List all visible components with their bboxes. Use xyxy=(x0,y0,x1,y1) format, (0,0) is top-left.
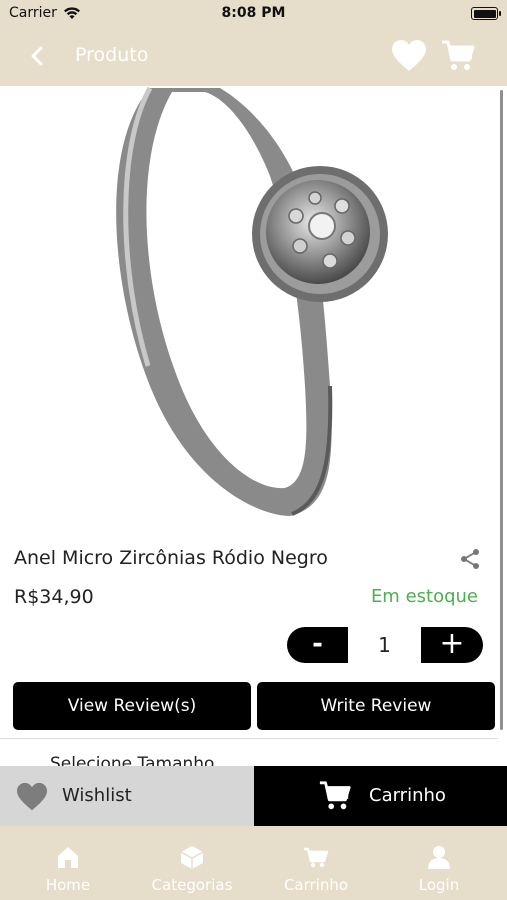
add-to-cart-button[interactable]: Carrinho xyxy=(254,766,507,826)
view-reviews-button[interactable]: View Review(s) xyxy=(13,682,251,730)
cart-icon xyxy=(304,847,329,868)
tab-bar: Home Categorias Carrinho Login xyxy=(0,826,507,900)
product-price: R$34,90 xyxy=(14,586,94,608)
quantity-value: 1 xyxy=(378,633,391,657)
wishlist-label: Wishlist xyxy=(62,785,132,806)
tab-home-label: Home xyxy=(45,876,91,894)
share-icon[interactable] xyxy=(459,548,481,570)
categories-icon xyxy=(180,846,204,869)
battery-icon xyxy=(471,7,501,20)
tab-home[interactable]: Home xyxy=(5,826,131,900)
scroll-indicator[interactable] xyxy=(500,90,503,730)
tab-categories[interactable]: Categorias xyxy=(129,826,255,900)
cart-label: Carrinho xyxy=(369,785,446,806)
back-arrow-icon[interactable] xyxy=(22,40,54,72)
heart-icon[interactable] xyxy=(391,39,427,73)
divider xyxy=(0,738,498,739)
status-time: 8:08 PM xyxy=(221,5,286,21)
heart-icon xyxy=(17,782,47,811)
product-name: Anel Micro Zircônias Ródio Negro xyxy=(14,547,328,569)
stock-status: Em estoque xyxy=(370,586,478,607)
product-image xyxy=(0,86,498,530)
cart-icon[interactable] xyxy=(440,38,476,74)
select-size-label[interactable]: Selecione Tamanho xyxy=(50,754,214,766)
tab-cart-label: Carrinho xyxy=(283,876,349,894)
page-title: Produto xyxy=(75,44,149,66)
user-icon xyxy=(428,846,450,869)
home-icon xyxy=(58,847,78,868)
tab-login[interactable]: Login xyxy=(376,826,502,900)
quantity-decrease-button[interactable]: - xyxy=(287,627,348,663)
cart-icon xyxy=(319,781,351,810)
wishlist-button[interactable]: Wishlist xyxy=(0,766,254,826)
nav-bar: Produto xyxy=(0,26,507,86)
tab-categories-label: Categorias xyxy=(151,876,233,894)
quantity-increase-button[interactable]: + xyxy=(421,627,483,663)
write-review-button[interactable]: Write Review xyxy=(257,682,495,730)
status-bar: Carrier 8:08 PM xyxy=(0,0,507,26)
tab-login-label: Login xyxy=(418,876,460,894)
tab-cart[interactable]: Carrinho xyxy=(253,826,379,900)
